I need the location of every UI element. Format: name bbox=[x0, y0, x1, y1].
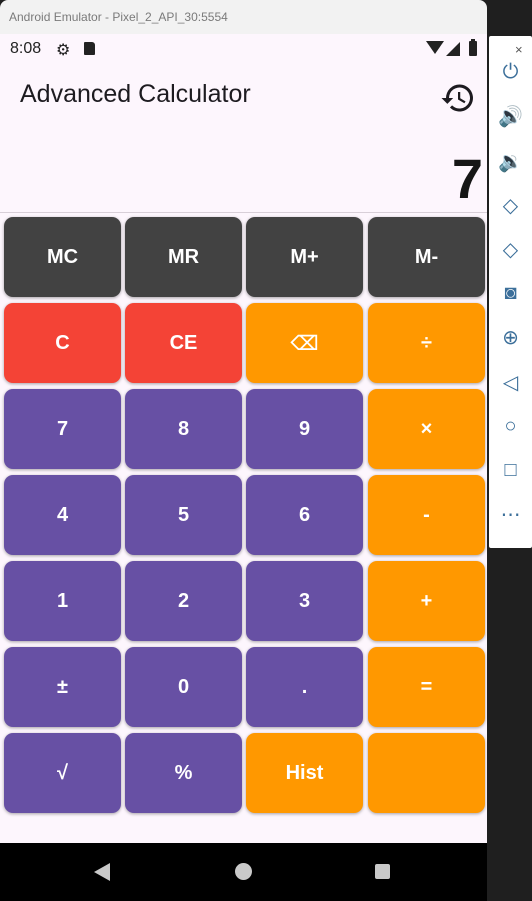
page-title: Advanced Calculator bbox=[20, 80, 251, 108]
volume-down-icon[interactable]: 🔉 bbox=[489, 143, 532, 179]
key-button[interactable]: MC bbox=[4, 217, 121, 297]
status-bar: 8:08 ⚙ bbox=[0, 34, 487, 64]
nav-home-icon[interactable] bbox=[235, 863, 252, 880]
key-button[interactable]: 4 bbox=[4, 475, 121, 555]
key-button[interactable]: 6 bbox=[246, 475, 363, 555]
rotate-left-icon[interactable]: ◇ bbox=[489, 187, 532, 223]
zoom-icon[interactable]: ⊕ bbox=[489, 319, 532, 355]
battery-icon bbox=[469, 39, 477, 56]
keypad: MC MR M+ M- C CE ⌫ ÷ 7 8 9 × 4 5 6- 1 2 3 + ±0. = √% Hist bbox=[0, 214, 487, 844]
camera-icon[interactable]: ◙ bbox=[489, 275, 532, 311]
history-button[interactable] bbox=[440, 80, 476, 116]
home-icon[interactable]: ○ bbox=[489, 408, 532, 444]
emulator-title-bar: Android Emulator - Pixel_2_API_30:5554 bbox=[0, 0, 487, 34]
rotate-right-icon[interactable]: ◇ bbox=[489, 231, 532, 267]
key-button[interactable] bbox=[368, 733, 485, 813]
key-button[interactable]: 2 bbox=[125, 561, 242, 641]
key-button[interactable]: MR bbox=[125, 217, 242, 297]
nav-overview-icon[interactable] bbox=[375, 864, 390, 879]
volume-up-icon[interactable]: 🔊 bbox=[489, 98, 532, 134]
key-button[interactable]: % bbox=[125, 733, 242, 813]
key-button[interactable]: 8 bbox=[125, 389, 242, 469]
key-button[interactable]: Hist bbox=[246, 733, 363, 813]
back-icon[interactable]: ◁ bbox=[489, 364, 532, 400]
key-button[interactable]: CE bbox=[125, 303, 242, 383]
emulator-side-toolbar: × ⏻ 🔊 🔉 ◇ ◇ ◙ ⊕ ◁ ○ □ ⋯ bbox=[489, 36, 532, 548]
key-button[interactable]: ⌫ bbox=[246, 303, 363, 383]
key-button[interactable]: 5 bbox=[125, 475, 242, 555]
key-button[interactable]: × bbox=[368, 389, 485, 469]
wifi-icon bbox=[426, 41, 444, 54]
key-button[interactable]: 3 bbox=[246, 561, 363, 641]
key-button[interactable]: √ bbox=[4, 733, 121, 813]
overview-icon[interactable]: □ bbox=[489, 452, 532, 488]
key-button[interactable]: = bbox=[368, 647, 485, 727]
key-button[interactable]: C bbox=[4, 303, 121, 383]
power-icon[interactable]: ⏻ bbox=[489, 54, 532, 90]
emulator-title: Android Emulator - Pixel_2_API_30:5554 bbox=[9, 10, 228, 24]
key-button[interactable]: M- bbox=[368, 217, 485, 297]
gear-icon: ⚙ bbox=[56, 42, 71, 59]
more-icon[interactable]: ⋯ bbox=[489, 496, 532, 532]
key-button[interactable]: 9 bbox=[246, 389, 363, 469]
status-time: 8:08 bbox=[10, 40, 42, 57]
key-button[interactable]: 1 bbox=[4, 561, 121, 641]
key-button[interactable]: ± bbox=[4, 647, 121, 727]
display-value: 7 bbox=[451, 147, 483, 210]
key-button[interactable]: 0 bbox=[125, 647, 242, 727]
key-button[interactable]: - bbox=[368, 475, 485, 555]
key-button[interactable]: + bbox=[368, 561, 485, 641]
navigation-bar bbox=[0, 843, 487, 901]
sd-card-icon bbox=[84, 42, 95, 55]
phone-screen: 8:08 ⚙ Advanced Calculator 7 MC MR M+ M- C CE… bbox=[0, 34, 487, 901]
key-button[interactable]: . bbox=[246, 647, 363, 727]
calculator-display: 7 bbox=[0, 128, 487, 213]
history-icon bbox=[441, 84, 473, 112]
key-button[interactable]: M+ bbox=[246, 217, 363, 297]
key-button[interactable]: ÷ bbox=[368, 303, 485, 383]
key-button[interactable]: 7 bbox=[4, 389, 121, 469]
signal-icon bbox=[446, 42, 460, 56]
app-bar: Advanced Calculator bbox=[0, 64, 487, 128]
nav-back-icon[interactable] bbox=[94, 863, 110, 881]
